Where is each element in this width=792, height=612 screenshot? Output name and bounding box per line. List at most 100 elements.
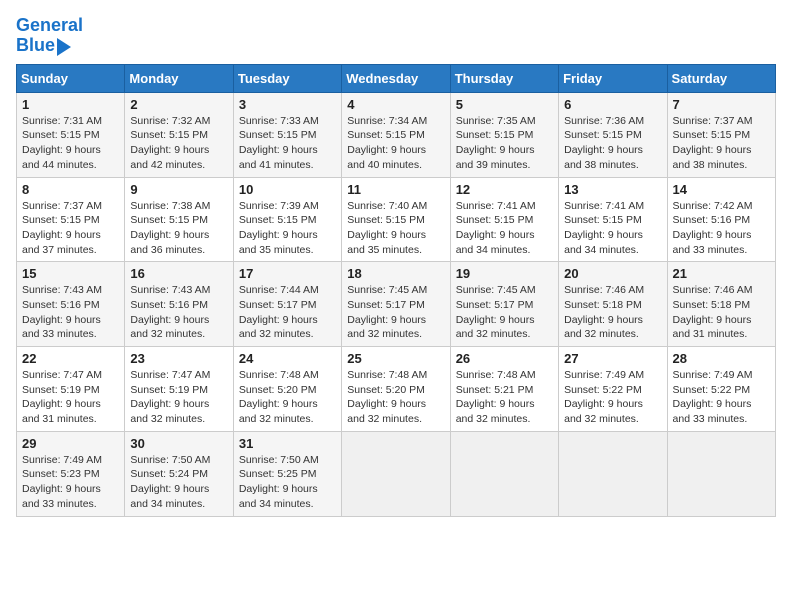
calendar-cell: 22 Sunrise: 7:47 AM Sunset: 5:19 PM Dayl… bbox=[17, 347, 125, 432]
day-header-wednesday: Wednesday bbox=[342, 64, 450, 92]
calendar-week-2: 8 Sunrise: 7:37 AM Sunset: 5:15 PM Dayli… bbox=[17, 177, 776, 262]
calendar-week-5: 29 Sunrise: 7:49 AM Sunset: 5:23 PM Dayl… bbox=[17, 431, 776, 516]
day-info: Sunrise: 7:46 AM Sunset: 5:18 PM Dayligh… bbox=[673, 283, 770, 342]
day-number: 12 bbox=[456, 182, 553, 197]
day-info: Sunrise: 7:48 AM Sunset: 5:20 PM Dayligh… bbox=[347, 368, 444, 427]
day-info: Sunrise: 7:39 AM Sunset: 5:15 PM Dayligh… bbox=[239, 199, 336, 258]
calendar-cell: 31 Sunrise: 7:50 AM Sunset: 5:25 PM Dayl… bbox=[233, 431, 341, 516]
calendar-cell: 6 Sunrise: 7:36 AM Sunset: 5:15 PM Dayli… bbox=[559, 92, 667, 177]
calendar-cell bbox=[342, 431, 450, 516]
calendar-cell: 29 Sunrise: 7:49 AM Sunset: 5:23 PM Dayl… bbox=[17, 431, 125, 516]
day-number: 27 bbox=[564, 351, 661, 366]
day-info: Sunrise: 7:47 AM Sunset: 5:19 PM Dayligh… bbox=[22, 368, 119, 427]
calendar-cell: 1 Sunrise: 7:31 AM Sunset: 5:15 PM Dayli… bbox=[17, 92, 125, 177]
day-number: 29 bbox=[22, 436, 119, 451]
day-info: Sunrise: 7:50 AM Sunset: 5:25 PM Dayligh… bbox=[239, 453, 336, 512]
calendar-cell: 23 Sunrise: 7:47 AM Sunset: 5:19 PM Dayl… bbox=[125, 347, 233, 432]
calendar-header-row: SundayMondayTuesdayWednesdayThursdayFrid… bbox=[17, 64, 776, 92]
calendar-cell: 9 Sunrise: 7:38 AM Sunset: 5:15 PM Dayli… bbox=[125, 177, 233, 262]
day-number: 2 bbox=[130, 97, 227, 112]
day-number: 8 bbox=[22, 182, 119, 197]
calendar-body: 1 Sunrise: 7:31 AM Sunset: 5:15 PM Dayli… bbox=[17, 92, 776, 516]
day-number: 30 bbox=[130, 436, 227, 451]
calendar-cell: 18 Sunrise: 7:45 AM Sunset: 5:17 PM Dayl… bbox=[342, 262, 450, 347]
day-info: Sunrise: 7:48 AM Sunset: 5:20 PM Dayligh… bbox=[239, 368, 336, 427]
day-info: Sunrise: 7:50 AM Sunset: 5:24 PM Dayligh… bbox=[130, 453, 227, 512]
day-header-thursday: Thursday bbox=[450, 64, 558, 92]
calendar-cell: 8 Sunrise: 7:37 AM Sunset: 5:15 PM Dayli… bbox=[17, 177, 125, 262]
logo: General Blue bbox=[16, 16, 83, 56]
calendar-cell: 14 Sunrise: 7:42 AM Sunset: 5:16 PM Dayl… bbox=[667, 177, 775, 262]
day-info: Sunrise: 7:49 AM Sunset: 5:22 PM Dayligh… bbox=[564, 368, 661, 427]
calendar-cell: 27 Sunrise: 7:49 AM Sunset: 5:22 PM Dayl… bbox=[559, 347, 667, 432]
day-number: 13 bbox=[564, 182, 661, 197]
day-number: 10 bbox=[239, 182, 336, 197]
calendar-cell: 15 Sunrise: 7:43 AM Sunset: 5:16 PM Dayl… bbox=[17, 262, 125, 347]
day-number: 26 bbox=[456, 351, 553, 366]
calendar-cell: 7 Sunrise: 7:37 AM Sunset: 5:15 PM Dayli… bbox=[667, 92, 775, 177]
day-number: 20 bbox=[564, 266, 661, 281]
day-number: 24 bbox=[239, 351, 336, 366]
day-info: Sunrise: 7:43 AM Sunset: 5:16 PM Dayligh… bbox=[130, 283, 227, 342]
day-number: 9 bbox=[130, 182, 227, 197]
calendar-cell: 30 Sunrise: 7:50 AM Sunset: 5:24 PM Dayl… bbox=[125, 431, 233, 516]
calendar-table: SundayMondayTuesdayWednesdayThursdayFrid… bbox=[16, 64, 776, 517]
day-info: Sunrise: 7:43 AM Sunset: 5:16 PM Dayligh… bbox=[22, 283, 119, 342]
calendar-cell bbox=[559, 431, 667, 516]
day-info: Sunrise: 7:45 AM Sunset: 5:17 PM Dayligh… bbox=[456, 283, 553, 342]
day-number: 4 bbox=[347, 97, 444, 112]
calendar-cell: 26 Sunrise: 7:48 AM Sunset: 5:21 PM Dayl… bbox=[450, 347, 558, 432]
calendar-cell: 19 Sunrise: 7:45 AM Sunset: 5:17 PM Dayl… bbox=[450, 262, 558, 347]
day-header-friday: Friday bbox=[559, 64, 667, 92]
calendar-week-1: 1 Sunrise: 7:31 AM Sunset: 5:15 PM Dayli… bbox=[17, 92, 776, 177]
logo-blue: Blue bbox=[16, 36, 55, 56]
calendar-cell: 28 Sunrise: 7:49 AM Sunset: 5:22 PM Dayl… bbox=[667, 347, 775, 432]
day-info: Sunrise: 7:45 AM Sunset: 5:17 PM Dayligh… bbox=[347, 283, 444, 342]
day-number: 23 bbox=[130, 351, 227, 366]
calendar-week-3: 15 Sunrise: 7:43 AM Sunset: 5:16 PM Dayl… bbox=[17, 262, 776, 347]
day-number: 17 bbox=[239, 266, 336, 281]
calendar-cell: 16 Sunrise: 7:43 AM Sunset: 5:16 PM Dayl… bbox=[125, 262, 233, 347]
calendar-cell: 25 Sunrise: 7:48 AM Sunset: 5:20 PM Dayl… bbox=[342, 347, 450, 432]
day-info: Sunrise: 7:44 AM Sunset: 5:17 PM Dayligh… bbox=[239, 283, 336, 342]
page-header: General Blue bbox=[16, 16, 776, 56]
calendar-cell bbox=[667, 431, 775, 516]
day-info: Sunrise: 7:41 AM Sunset: 5:15 PM Dayligh… bbox=[564, 199, 661, 258]
day-number: 15 bbox=[22, 266, 119, 281]
day-info: Sunrise: 7:47 AM Sunset: 5:19 PM Dayligh… bbox=[130, 368, 227, 427]
day-number: 7 bbox=[673, 97, 770, 112]
calendar-cell: 3 Sunrise: 7:33 AM Sunset: 5:15 PM Dayli… bbox=[233, 92, 341, 177]
day-number: 22 bbox=[22, 351, 119, 366]
day-info: Sunrise: 7:46 AM Sunset: 5:18 PM Dayligh… bbox=[564, 283, 661, 342]
day-info: Sunrise: 7:37 AM Sunset: 5:15 PM Dayligh… bbox=[22, 199, 119, 258]
day-number: 6 bbox=[564, 97, 661, 112]
day-number: 16 bbox=[130, 266, 227, 281]
calendar-cell: 12 Sunrise: 7:41 AM Sunset: 5:15 PM Dayl… bbox=[450, 177, 558, 262]
day-info: Sunrise: 7:37 AM Sunset: 5:15 PM Dayligh… bbox=[673, 114, 770, 173]
day-number: 21 bbox=[673, 266, 770, 281]
day-number: 5 bbox=[456, 97, 553, 112]
day-info: Sunrise: 7:49 AM Sunset: 5:22 PM Dayligh… bbox=[673, 368, 770, 427]
day-info: Sunrise: 7:34 AM Sunset: 5:15 PM Dayligh… bbox=[347, 114, 444, 173]
logo-general: General bbox=[16, 15, 83, 35]
day-info: Sunrise: 7:41 AM Sunset: 5:15 PM Dayligh… bbox=[456, 199, 553, 258]
calendar-cell: 17 Sunrise: 7:44 AM Sunset: 5:17 PM Dayl… bbox=[233, 262, 341, 347]
calendar-cell: 21 Sunrise: 7:46 AM Sunset: 5:18 PM Dayl… bbox=[667, 262, 775, 347]
day-info: Sunrise: 7:31 AM Sunset: 5:15 PM Dayligh… bbox=[22, 114, 119, 173]
day-header-saturday: Saturday bbox=[667, 64, 775, 92]
day-number: 3 bbox=[239, 97, 336, 112]
calendar-cell bbox=[450, 431, 558, 516]
calendar-cell: 24 Sunrise: 7:48 AM Sunset: 5:20 PM Dayl… bbox=[233, 347, 341, 432]
day-info: Sunrise: 7:33 AM Sunset: 5:15 PM Dayligh… bbox=[239, 114, 336, 173]
calendar-cell: 20 Sunrise: 7:46 AM Sunset: 5:18 PM Dayl… bbox=[559, 262, 667, 347]
day-number: 11 bbox=[347, 182, 444, 197]
day-info: Sunrise: 7:32 AM Sunset: 5:15 PM Dayligh… bbox=[130, 114, 227, 173]
day-header-sunday: Sunday bbox=[17, 64, 125, 92]
day-info: Sunrise: 7:48 AM Sunset: 5:21 PM Dayligh… bbox=[456, 368, 553, 427]
day-info: Sunrise: 7:40 AM Sunset: 5:15 PM Dayligh… bbox=[347, 199, 444, 258]
day-number: 31 bbox=[239, 436, 336, 451]
day-header-monday: Monday bbox=[125, 64, 233, 92]
calendar-cell: 4 Sunrise: 7:34 AM Sunset: 5:15 PM Dayli… bbox=[342, 92, 450, 177]
calendar-cell: 11 Sunrise: 7:40 AM Sunset: 5:15 PM Dayl… bbox=[342, 177, 450, 262]
day-number: 19 bbox=[456, 266, 553, 281]
